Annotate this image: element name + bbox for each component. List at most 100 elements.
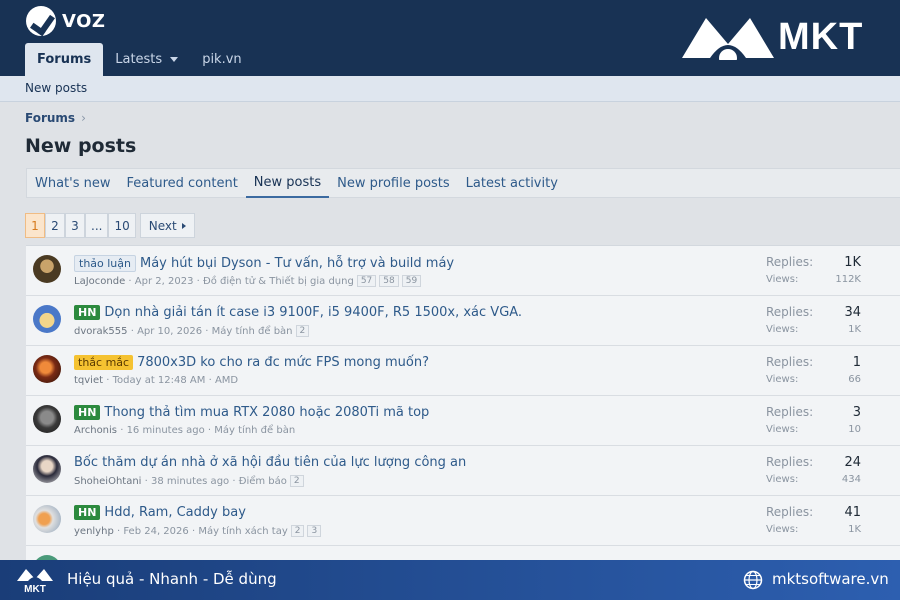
thread-page-link[interactable]: 59 bbox=[401, 275, 422, 287]
thread-page-link[interactable]: 2 bbox=[289, 475, 304, 487]
thread-title[interactable]: Thong thả tìm mua RTX 2080 hoặc 2080Ti m… bbox=[104, 405, 429, 420]
avatar[interactable] bbox=[33, 355, 61, 383]
thread-prefix[interactable]: thảo luận bbox=[74, 255, 136, 272]
thread-forum[interactable]: Máy tính để bàn bbox=[214, 425, 295, 436]
thread-row[interactable]: thắc mắc 7800x3D ko cho ra đc mức FPS mo… bbox=[26, 346, 900, 396]
views-label: Views: bbox=[766, 474, 799, 485]
thread-row[interactable]: HN Dọn nhà giải tán ít case i3 9100F, i5… bbox=[26, 296, 900, 346]
page-button-2[interactable]: 2 bbox=[45, 213, 65, 238]
nav-tab-latests[interactable]: Latests bbox=[103, 43, 190, 76]
globe-icon bbox=[743, 570, 763, 590]
nav-tab-forums[interactable]: Forums bbox=[25, 43, 104, 76]
thread-forum[interactable]: Đồ điện tử & Thiết bị gia dụng bbox=[203, 276, 354, 287]
nav-tab-pikvn[interactable]: pik.vn bbox=[190, 43, 253, 76]
replies-count: 34 bbox=[844, 305, 861, 320]
voz-logo-icon bbox=[26, 6, 56, 36]
thread-forum[interactable]: AMD bbox=[215, 375, 238, 386]
site-header: VOZ MKT Forums Latests pik.vn bbox=[0, 0, 900, 76]
main-nav: Forums Latests pik.vn bbox=[25, 43, 254, 76]
tab-new-posts[interactable]: New posts bbox=[245, 169, 330, 198]
page-button-10[interactable]: 10 bbox=[108, 213, 136, 238]
views-label: Views: bbox=[766, 424, 799, 435]
replies-count: 24 bbox=[844, 455, 861, 470]
thread-title[interactable]: Bốc thăm dự án nhà ở xã hội đầu tiên của… bbox=[74, 455, 466, 470]
thread-title[interactable]: 7800x3D ko cho ra đc mức FPS mong muốn? bbox=[137, 355, 429, 370]
avatar[interactable] bbox=[33, 255, 61, 283]
thread-prefix[interactable]: HN bbox=[74, 405, 101, 420]
views-label: Views: bbox=[766, 274, 799, 285]
thread-forum[interactable]: Máy tính để bàn bbox=[212, 326, 293, 337]
caret-right-icon bbox=[181, 222, 186, 229]
tab-new-profile-posts[interactable]: New profile posts bbox=[329, 169, 458, 198]
thread-page-link[interactable]: 2 bbox=[290, 525, 305, 537]
thread-row[interactable] bbox=[26, 546, 900, 560]
chevron-down-icon[interactable] bbox=[170, 57, 179, 62]
thread-author[interactable]: Archonis bbox=[74, 425, 117, 436]
thread-stats: Replies: 1 Views: 66 bbox=[766, 355, 861, 385]
tab-whats-new[interactable]: What's new bbox=[27, 169, 119, 198]
views-label: Views: bbox=[766, 324, 799, 335]
thread-title[interactable]: Hdd, Ram, Caddy bay bbox=[104, 505, 245, 520]
next-label: Next bbox=[148, 218, 177, 233]
site-logo[interactable]: VOZ bbox=[26, 6, 105, 36]
thread-forum[interactable]: Điểm báo bbox=[239, 476, 287, 487]
banner-tagline: Hiệu quả - Nhanh - Dễ dùng bbox=[67, 570, 277, 588]
thread-date: 16 minutes ago bbox=[126, 425, 205, 436]
thread-row[interactable]: HN Thong thả tìm mua RTX 2080 hoặc 2080T… bbox=[26, 396, 900, 446]
thread-author[interactable]: ShoheiOhtani bbox=[74, 476, 141, 487]
thread-row[interactable]: Bốc thăm dự án nhà ở xã hội đầu tiên của… bbox=[26, 446, 900, 496]
breadcrumb-forums-link[interactable]: Forums bbox=[25, 111, 75, 125]
replies-label: Replies: bbox=[766, 305, 814, 319]
thread-stats: Replies: 34 Views: 1K bbox=[766, 305, 861, 335]
thread-page-link[interactable]: 3 bbox=[307, 525, 322, 537]
replies-label: Replies: bbox=[766, 255, 814, 269]
avatar[interactable] bbox=[33, 305, 61, 333]
tab-featured-content[interactable]: Featured content bbox=[119, 169, 246, 198]
thread-prefix[interactable]: HN bbox=[74, 505, 101, 520]
thread-row[interactable]: HN Hdd, Ram, Caddy bay yenlyhp · Feb 24,… bbox=[26, 496, 900, 546]
mkt-brand-logo: MKT bbox=[680, 14, 863, 60]
svg-text:MKT: MKT bbox=[24, 584, 46, 593]
thread-row[interactable]: thảo luận Máy hút bụi Dyson - Tư vấn, hỗ… bbox=[26, 246, 900, 296]
page-button-1[interactable]: 1 bbox=[25, 213, 45, 238]
thread-prefix[interactable]: thắc mắc bbox=[74, 355, 134, 370]
thread-author[interactable]: yenlyhp bbox=[74, 526, 114, 537]
thread-prefix[interactable]: HN bbox=[74, 305, 101, 320]
thread-date: 38 minutes ago bbox=[151, 475, 230, 487]
replies-label: Replies: bbox=[766, 455, 814, 469]
avatar[interactable] bbox=[33, 455, 61, 483]
replies-count: 1K bbox=[844, 255, 861, 270]
sub-nav: New posts bbox=[0, 76, 900, 102]
banner-url-link[interactable]: mktsoftware.vn bbox=[772, 570, 889, 588]
replies-label: Replies: bbox=[766, 505, 814, 519]
replies-count: 3 bbox=[852, 405, 861, 420]
thread-author[interactable]: LaJoconde bbox=[74, 276, 125, 287]
page-button-ellipsis[interactable]: ... bbox=[85, 213, 109, 238]
thread-date: Apr 2, 2023 bbox=[134, 275, 194, 287]
page-button-3[interactable]: 3 bbox=[65, 213, 85, 238]
replies-label: Replies: bbox=[766, 355, 814, 369]
thread-title[interactable]: Dọn nhà giải tán ít case i3 9100F, i5 94… bbox=[104, 305, 522, 320]
views-count: 10 bbox=[848, 424, 861, 435]
thread-date: Today at 12:48 AM bbox=[112, 375, 206, 386]
avatar[interactable] bbox=[33, 405, 61, 433]
thread-page-link[interactable]: 58 bbox=[379, 275, 399, 287]
thread-author[interactable]: dvorak555 bbox=[74, 326, 128, 337]
thread-author[interactable]: tqviet bbox=[74, 375, 103, 386]
breadcrumb: Forums › bbox=[25, 111, 86, 125]
thread-page-link[interactable]: 57 bbox=[356, 275, 377, 287]
mkt-mountain-icon bbox=[682, 18, 774, 60]
nav-tab-label: Forums bbox=[37, 52, 92, 67]
pagination: 1 2 3 ... 10 Next bbox=[25, 213, 195, 238]
thread-title[interactable]: Máy hút bụi Dyson - Tư vấn, hỗ trợ và bu… bbox=[140, 256, 454, 271]
subnav-new-posts-link[interactable]: New posts bbox=[25, 81, 87, 95]
next-page-button[interactable]: Next bbox=[139, 213, 195, 238]
nav-tab-label: pik.vn bbox=[202, 52, 242, 67]
replies-count: 41 bbox=[844, 505, 861, 520]
thread-list: thảo luận Máy hút bụi Dyson - Tư vấn, hỗ… bbox=[26, 245, 900, 560]
thread-forum[interactable]: Máy tính xách tay bbox=[198, 526, 287, 537]
tab-latest-activity[interactable]: Latest activity bbox=[458, 169, 566, 198]
site-logo-text: VOZ bbox=[62, 10, 106, 32]
thread-page-link[interactable]: 2 bbox=[295, 325, 310, 337]
avatar[interactable] bbox=[33, 505, 61, 533]
